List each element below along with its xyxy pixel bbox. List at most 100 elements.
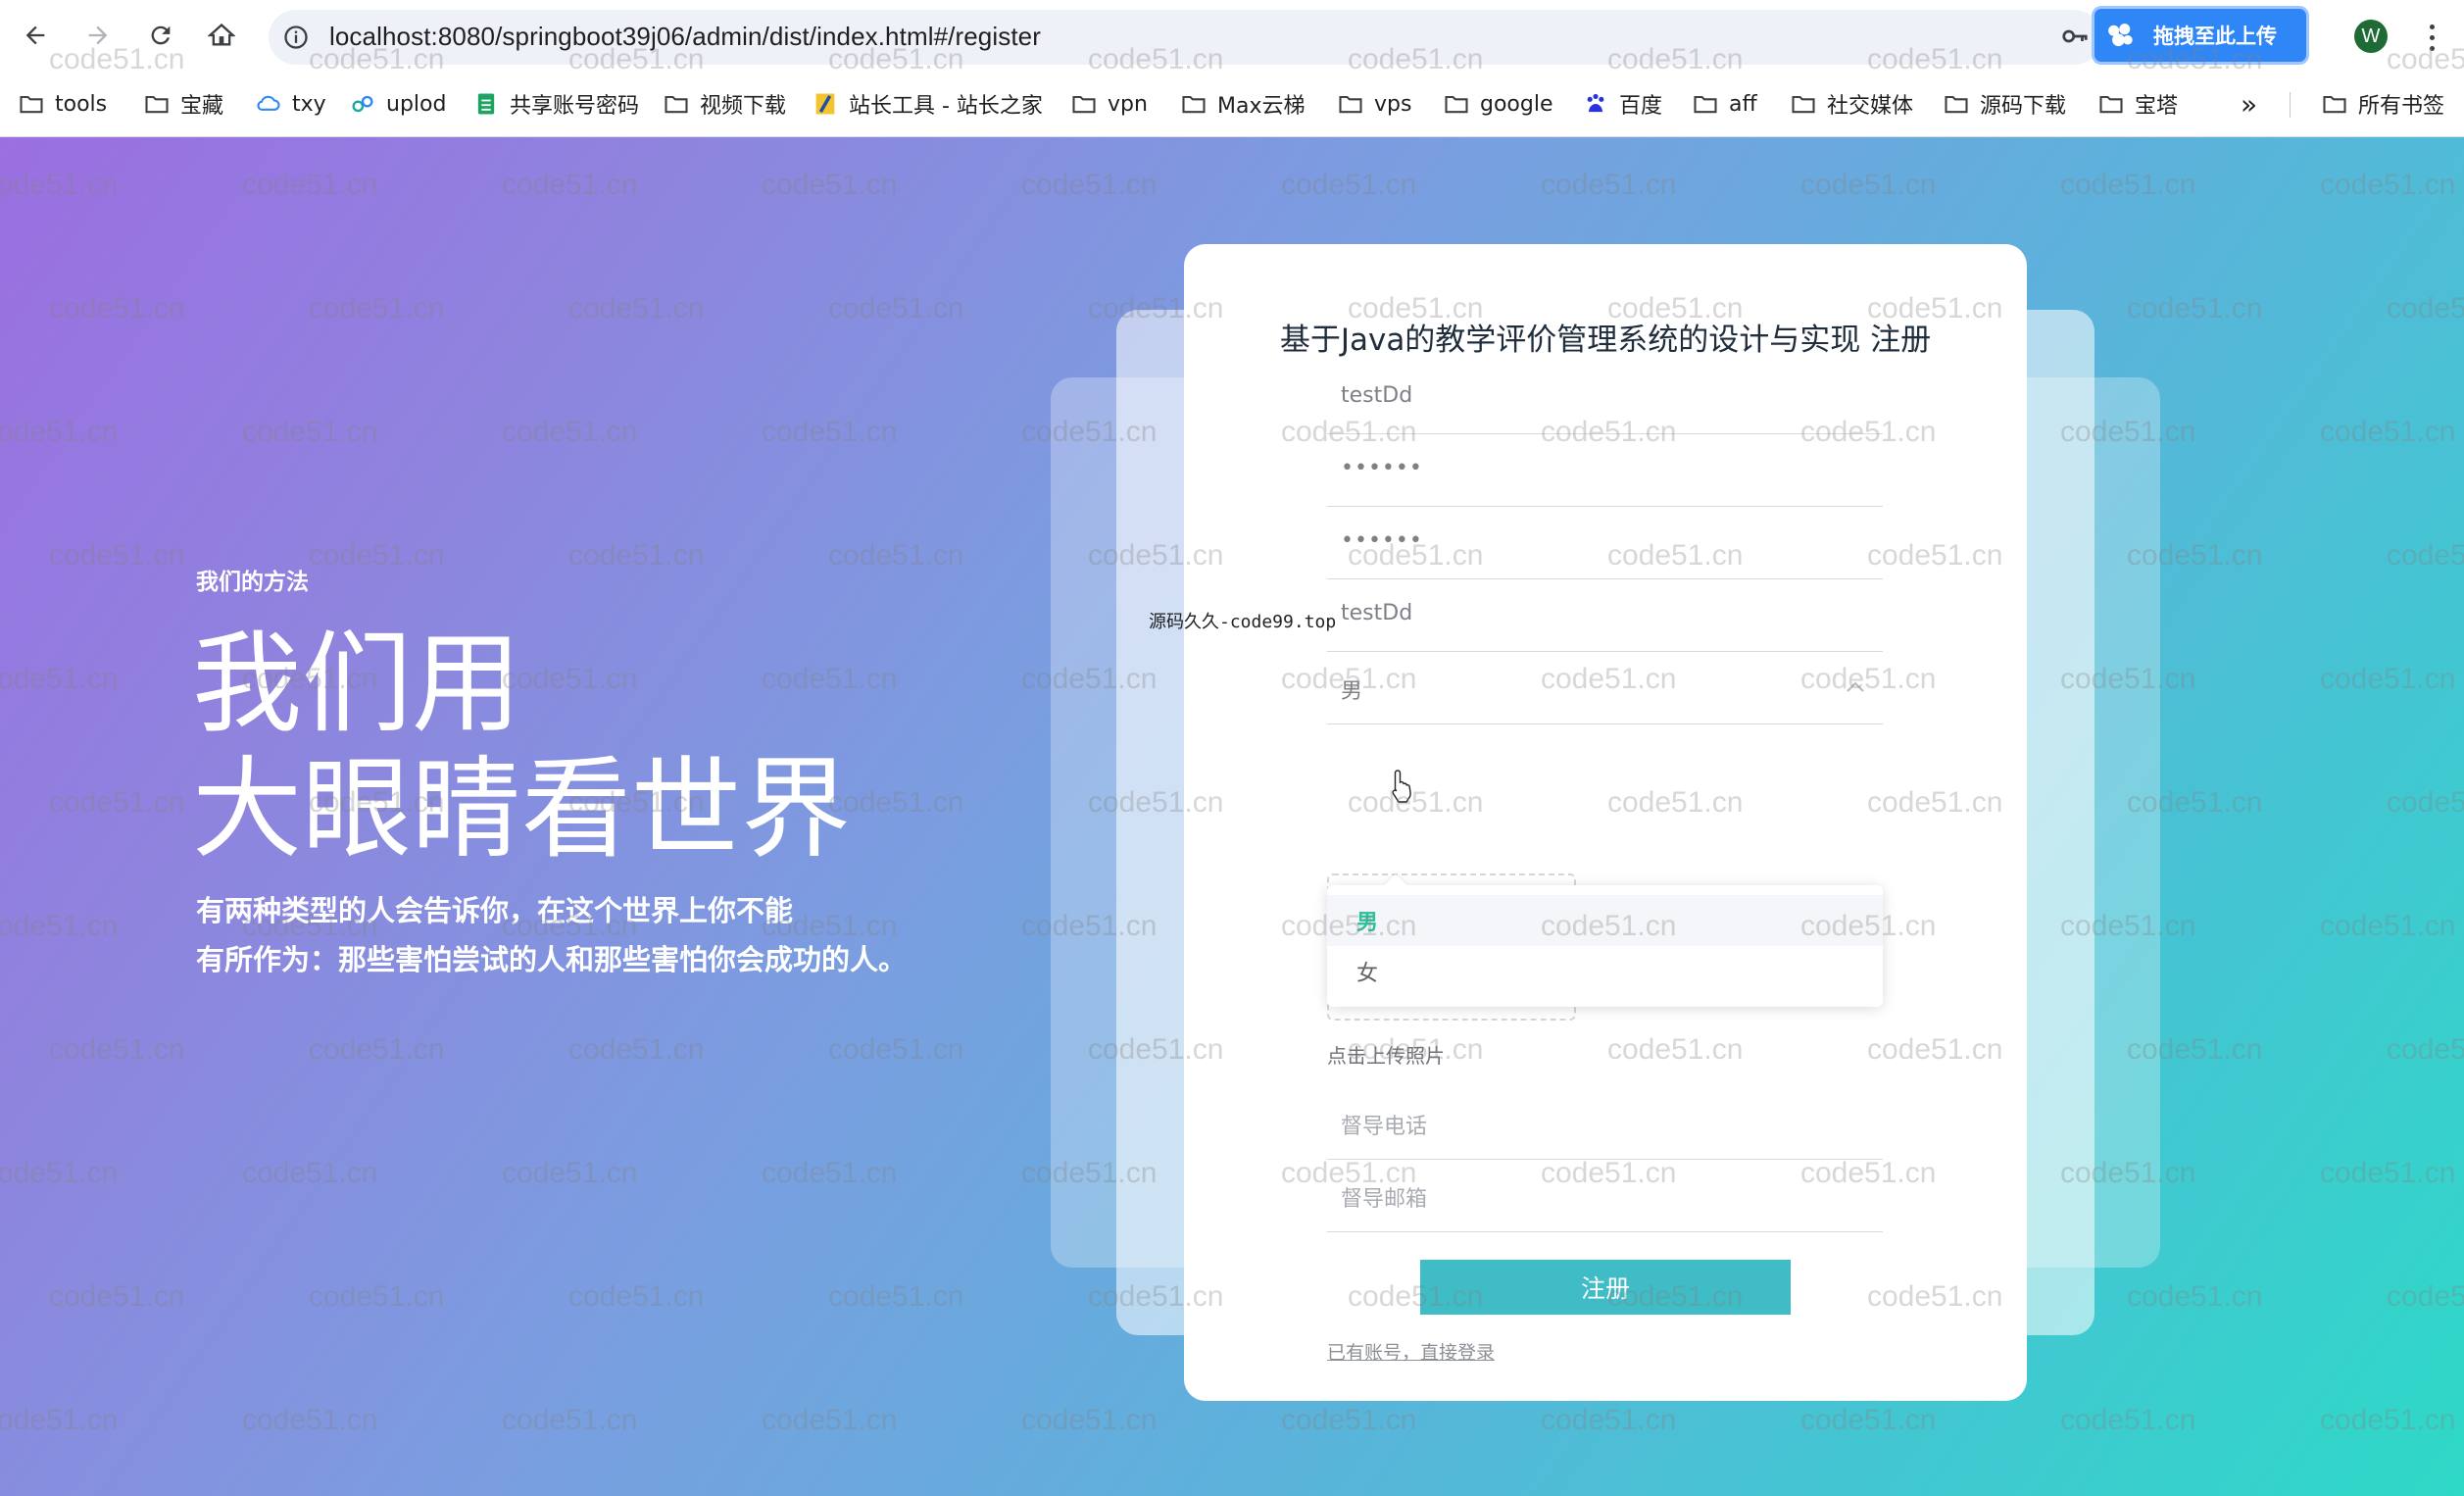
bookmark-label: vpn (1108, 91, 1148, 117)
upload-extension-label: 拖拽至此上传 (2153, 25, 2277, 48)
bookmark-label: aff (1729, 91, 1757, 117)
bookmark-item[interactable]: vpn (1070, 88, 1148, 120)
bookmark-label: 社交媒体 (1827, 94, 1914, 119)
bookmark-label: google (1480, 91, 1553, 117)
all-bookmarks-button[interactable]: 所有书签 (2321, 88, 2444, 120)
gender-option-female[interactable]: 女 (1327, 946, 1883, 997)
bookmark-item[interactable]: Max云梯 (1180, 88, 1305, 120)
folder-icon (18, 90, 45, 118)
name-field[interactable]: testDd (1327, 579, 1883, 652)
bookmark-item[interactable]: vps (1337, 88, 1411, 120)
arrow-left-icon (25, 25, 45, 45)
bookmarks-overflow-button[interactable]: » (2241, 88, 2257, 121)
hero-title-line1: 我们用 (192, 621, 521, 748)
hero-title-line2: 大眼睛看世界 (192, 746, 851, 873)
more-menu-icon[interactable] (2417, 18, 2446, 57)
folder-icon (1692, 90, 1719, 118)
folder-icon (2321, 90, 2348, 118)
folder-icon (1070, 90, 1098, 118)
register-button[interactable]: 注册 (1420, 1260, 1791, 1315)
folder-icon (663, 90, 690, 118)
address-bar[interactable]: localhost:8080/springboot39j06/admin/dis… (269, 10, 2101, 65)
bookmark-label: 宝藏 (180, 94, 224, 119)
bookmark-label: 源码下载 (1980, 94, 2067, 119)
chevron-up-icon (1847, 681, 1864, 692)
hand-cursor-icon (1392, 770, 1411, 803)
gender-select[interactable]: 男 (1327, 652, 1883, 724)
account-field[interactable]: testDd (1327, 362, 1883, 434)
upload-photo-label[interactable]: 点击上传照片 (1327, 1040, 1445, 1069)
sheet-icon (472, 90, 500, 118)
gender-value: 男 (1341, 679, 1363, 704)
name-value: testDd (1341, 601, 1413, 625)
bookmark-item[interactable]: txy (255, 88, 326, 120)
bookmark-item[interactable]: tools (18, 88, 107, 120)
phone-placeholder: 督导电话 (1341, 1115, 1428, 1139)
password-field[interactable]: •••••• (1327, 434, 1883, 507)
hero-desc-line1: 有两种类型的人会告诉你，在这个世界上你不能 (196, 894, 794, 927)
home-button[interactable] (202, 16, 241, 55)
form-title: 基于Java的教学评价管理系统的设计与实现 注册 (1279, 323, 1932, 358)
folder-icon (1443, 90, 1470, 118)
bookmark-label: 百度 (1619, 94, 1663, 119)
overlay-site-tag: 源码久久-code99.top (1149, 612, 1337, 632)
bookmark-label: txy (292, 91, 326, 117)
bookmark-label: tools (55, 91, 108, 117)
hero-description: 有两种类型的人会告诉你，在这个世界上你不能 有所作为：那些害怕尝试的人和那些害怕… (196, 886, 907, 984)
account-value: testDd (1341, 383, 1413, 408)
bookmark-label: 视频下载 (700, 94, 787, 119)
email-field[interactable]: 督导邮箱 (1327, 1160, 1883, 1232)
register-page: 我们的方法 我们用 大眼睛看世界 有两种类型的人会告诉你，在这个世界上你不能 有… (0, 137, 2464, 1496)
folder-icon (1790, 90, 1817, 118)
key-icon[interactable] (2060, 22, 2090, 51)
bookmark-item[interactable]: 共享账号密码 (472, 88, 639, 120)
url-text[interactable]: localhost:8080/springboot39j06/admin/dis… (329, 22, 1041, 52)
password-value: •••••• (1341, 456, 1423, 480)
bookmark-label: vps (1374, 91, 1412, 117)
bookmark-item[interactable]: 宝藏 (143, 88, 223, 120)
bookmark-label: uplod (386, 91, 447, 117)
bookmark-item[interactable]: 宝塔 (2097, 88, 2178, 120)
cloud-icon (255, 90, 282, 118)
bookmark-label: 站长工具 - 站长之家 (849, 94, 1043, 119)
bookmark-item[interactable]: aff (1692, 88, 1757, 120)
forward-button[interactable] (78, 16, 118, 55)
confirm-password-value: •••••• (1341, 528, 1423, 553)
back-button[interactable] (16, 16, 55, 55)
all-bookmarks-label: 所有书签 (2358, 94, 2445, 119)
email-placeholder: 督导邮箱 (1341, 1187, 1428, 1212)
reload-icon (151, 25, 171, 45)
folder-icon (1943, 90, 1970, 118)
folder-icon (143, 90, 171, 118)
site-icon (812, 90, 839, 118)
gender-dropdown: 男 女 (1327, 873, 1883, 1007)
cloud-upload-icon (2094, 10, 2145, 61)
gender-option-male[interactable]: 男 (1327, 895, 1883, 946)
profile-avatar[interactable]: W (2354, 20, 2388, 53)
login-link[interactable]: 已有账号，直接登录 (1327, 1338, 1495, 1365)
bookmark-item[interactable]: uplod (349, 88, 446, 120)
confirm-password-field[interactable]: •••••• (1327, 507, 1883, 579)
bookmark-item[interactable]: google (1443, 88, 1553, 120)
phone-field[interactable]: 督导电话 (1327, 1087, 1883, 1160)
arrow-right-icon (88, 25, 108, 45)
folder-icon (2097, 90, 2125, 118)
folder-icon (1337, 90, 1364, 118)
reload-button[interactable] (141, 16, 180, 55)
bookmark-label: 宝塔 (2135, 94, 2179, 119)
bookmarks-bar: tools 宝藏 txy uplod 共享账号密码 视频下载 站长工具 - 站长之家 vpn M… (0, 71, 2464, 137)
home-icon (208, 23, 235, 46)
bookmark-item[interactable]: 站长工具 - 站长之家 (812, 88, 1043, 120)
link-icon (349, 90, 376, 118)
upload-extension-button[interactable]: 拖拽至此上传 (2092, 6, 2309, 65)
bookmark-item[interactable]: 源码下载 (1943, 88, 2066, 120)
hero-title: 我们用 大眼睛看世界 (192, 622, 851, 873)
bookmarks-divider (2290, 92, 2291, 118)
bookmark-item[interactable]: 视频下载 (663, 88, 786, 120)
bookmark-label: 共享账号密码 (510, 94, 640, 119)
info-icon[interactable] (282, 24, 310, 51)
baidu-icon (1582, 90, 1609, 118)
bookmark-label: Max云梯 (1217, 94, 1306, 119)
bookmark-item[interactable]: 百度 (1582, 88, 1662, 120)
bookmark-item[interactable]: 社交媒体 (1790, 88, 1913, 120)
